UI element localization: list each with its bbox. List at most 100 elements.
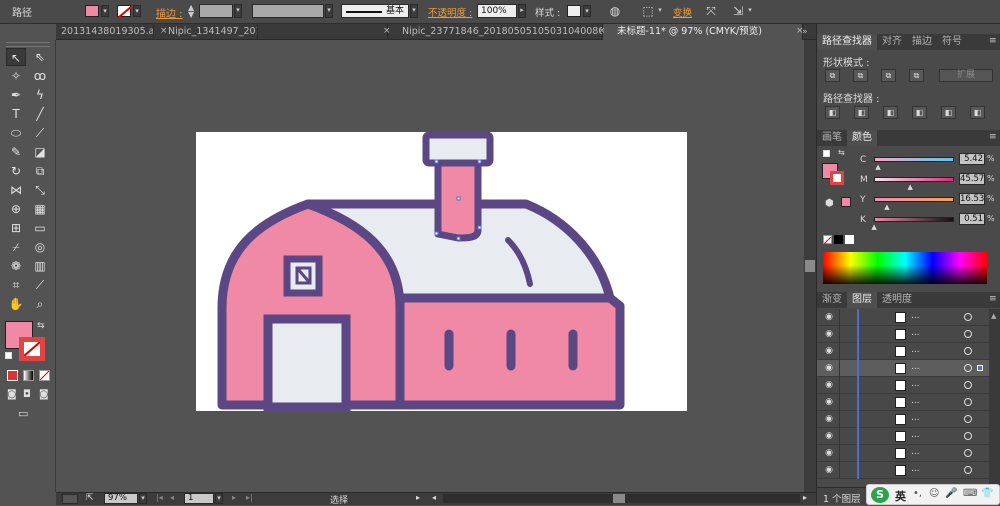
screen-mode-icon[interactable]: ▭ xyxy=(18,407,36,420)
target-circle-icon[interactable] xyxy=(964,313,972,321)
layer-row[interactable]: ◉... xyxy=(817,445,989,462)
vertical-scrollbar[interactable] xyxy=(804,40,816,492)
layer-name[interactable]: ... xyxy=(911,345,920,355)
layer-row[interactable]: ◉... xyxy=(817,309,989,326)
stroke-swatch[interactable] xyxy=(117,5,133,19)
horizontal-scrollbar[interactable] xyxy=(443,494,800,503)
next-artboard-icon[interactable]: ▸ xyxy=(232,493,236,502)
layer-name[interactable]: ... xyxy=(911,447,920,457)
zoom-dropdown[interactable]: ▾ xyxy=(139,493,147,504)
layer-name[interactable]: ... xyxy=(911,311,920,321)
layer-row[interactable]: ◉... xyxy=(817,377,989,394)
target-circle-icon[interactable] xyxy=(964,330,972,338)
target-circle-icon[interactable] xyxy=(964,381,972,389)
line-tool-icon[interactable]: ╱ xyxy=(30,105,50,123)
visibility-eye-icon[interactable]: ◉ xyxy=(823,329,835,339)
align-selection-icon[interactable]: ⬚ xyxy=(640,3,656,19)
tab-brushes[interactable]: 画笔 xyxy=(817,130,847,146)
ime-punctuation-icon[interactable]: •, xyxy=(913,488,922,499)
exclude-icon[interactable]: ⧉ xyxy=(909,69,924,82)
perspective-grid-tool-icon[interactable]: ▦ xyxy=(30,200,50,218)
direct-selection-tool-icon[interactable]: ⇖ xyxy=(30,48,50,66)
mesh-tool-icon[interactable]: ⊞ xyxy=(6,219,26,237)
scroll-up-icon[interactable]: ▲ xyxy=(991,312,996,320)
slice-tool-icon[interactable]: ⟋ xyxy=(30,276,50,294)
brush-dropdown[interactable]: ▾ xyxy=(410,4,418,18)
close-tab-icon[interactable]: × xyxy=(383,26,391,36)
stroke-weight-label[interactable]: 描边 : xyxy=(156,5,183,20)
document-tab[interactable]: Nipic_1341497_20110426101239326336.ai* xyxy=(154,24,258,40)
swap-colors-icon[interactable]: ⇆ xyxy=(37,321,45,331)
target-circle-icon[interactable] xyxy=(964,347,972,355)
stroke-color-box[interactable] xyxy=(19,337,45,361)
symbol-sprayer-tool-icon[interactable]: ❁ xyxy=(6,257,26,275)
divide-icon[interactable]: ◧ xyxy=(825,106,840,119)
visibility-eye-icon[interactable]: ◉ xyxy=(823,448,835,458)
tab-color[interactable]: 颜色 xyxy=(847,130,877,146)
ime-language-toggle[interactable]: 英 xyxy=(895,488,906,504)
color-mode-icon[interactable] xyxy=(7,370,18,381)
curvature-tool-icon[interactable]: ϟ xyxy=(30,86,50,104)
eraser-tool-icon[interactable]: ◪ xyxy=(30,143,50,161)
free-transform-tool-icon[interactable]: ⤡ xyxy=(30,181,50,199)
zoom-tool-icon[interactable]: ⌕ xyxy=(30,295,50,313)
ime-keyboard-icon[interactable]: ⌨ xyxy=(963,488,977,499)
horizontal-scroll-thumb[interactable] xyxy=(613,494,625,503)
channel-m-value[interactable]: 45.57 xyxy=(959,173,985,185)
artboard-dropdown[interactable]: ▾ xyxy=(215,493,223,504)
layer-name[interactable]: ... xyxy=(911,464,920,474)
channel-y-value[interactable]: 16.53 xyxy=(959,193,985,205)
brush-definition[interactable]: 基本 xyxy=(341,4,409,18)
draw-normal-icon[interactable]: ◙ xyxy=(7,389,19,400)
last-artboard-icon[interactable]: ▸| xyxy=(246,493,253,502)
channel-m-slider[interactable] xyxy=(874,177,954,182)
gradient-mode-icon[interactable] xyxy=(23,370,34,381)
layer-row[interactable]: ◉... xyxy=(817,394,989,411)
layer-name[interactable]: ... xyxy=(911,379,920,389)
tab-layers[interactable]: 图层 xyxy=(847,292,877,308)
blend-tool-icon[interactable]: ◎ xyxy=(30,238,50,256)
channel-y-slider[interactable] xyxy=(874,197,954,202)
vertical-scroll-thumb[interactable] xyxy=(805,260,815,272)
close-tab-icon[interactable]: × xyxy=(160,26,168,36)
none-mode-icon[interactable] xyxy=(39,370,50,381)
visibility-eye-icon[interactable]: ◉ xyxy=(823,380,835,390)
layer-name[interactable]: ... xyxy=(911,362,920,372)
channel-k-slider[interactable] xyxy=(874,217,954,222)
document-tab[interactable]: Nipic_1341497_20110426101239326336.ai* xyxy=(258,24,388,40)
panel-menu-icon[interactable]: ≡ xyxy=(989,294,997,304)
variable-width-profile[interactable] xyxy=(252,4,324,18)
stroke-weight-dropdown[interactable]: ▾ xyxy=(234,4,242,18)
graphic-style-swatch[interactable] xyxy=(567,5,581,17)
previous-artboard-icon[interactable]: ◂ xyxy=(170,493,174,502)
gradient-tool-icon[interactable]: ▭ xyxy=(30,219,50,237)
status-menu-icon[interactable]: ▸ xyxy=(416,493,420,502)
width-tool-icon[interactable]: ⋈ xyxy=(6,181,26,199)
panel-menu-icon[interactable]: ≡ xyxy=(989,36,997,46)
target-circle-icon[interactable] xyxy=(964,398,972,406)
channel-y-knob[interactable]: ▲ xyxy=(884,203,889,211)
document-tab[interactable]: Nipic_23771846_20180505105031040080.ai* xyxy=(388,24,603,40)
tab-pathfinder[interactable]: 路径查找器 xyxy=(817,34,877,50)
artboard-nav-icon[interactable]: ⇱ xyxy=(86,493,94,503)
ime-logo-icon[interactable]: S xyxy=(871,487,889,503)
out-of-gamut-icon[interactable]: ⬢ xyxy=(825,198,834,209)
pencil-tool-icon[interactable]: ✎ xyxy=(6,143,26,161)
eyedropper-tool-icon[interactable]: ⌿ xyxy=(6,238,26,256)
intersect-icon[interactable]: ⧉ xyxy=(881,69,896,82)
pen-tool-icon[interactable]: ✒ xyxy=(6,86,26,104)
channel-c-value[interactable]: 5.42 xyxy=(959,153,985,165)
selection-tool-icon[interactable]: ↖ xyxy=(6,48,26,66)
layer-row[interactable]: ◉... xyxy=(817,343,989,360)
scroll-left-icon[interactable]: ◂ xyxy=(432,493,436,502)
unite-icon[interactable]: ⧉ xyxy=(825,69,840,82)
black-color-chip[interactable] xyxy=(834,235,843,244)
trim-icon[interactable]: ◧ xyxy=(854,106,869,119)
lasso-tool-icon[interactable]: ꝏ xyxy=(30,67,50,85)
merge-icon[interactable]: ◧ xyxy=(883,106,898,119)
minus-back-icon[interactable]: ◧ xyxy=(970,106,985,119)
ime-skin-icon[interactable]: 👕 xyxy=(981,488,993,499)
layer-row[interactable]: ◉... xyxy=(817,462,989,479)
visibility-eye-icon[interactable]: ◉ xyxy=(823,363,835,373)
scroll-right-icon[interactable]: ▸ xyxy=(803,493,807,502)
